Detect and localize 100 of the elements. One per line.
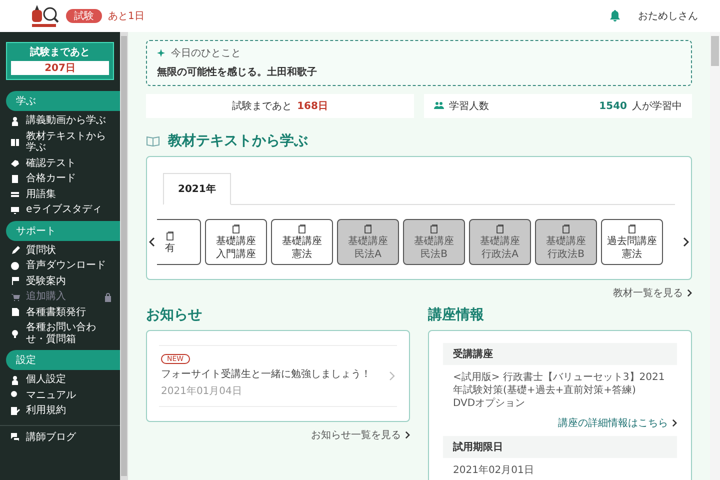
menu-icon — [10, 292, 20, 302]
sparkle-icon — [157, 49, 165, 57]
notebook-icon — [496, 224, 504, 234]
course-name: 基礎講座 — [282, 236, 322, 247]
course-subheading: 試用期限日 — [443, 436, 677, 458]
sidebar-item[interactable]: 合格カード — [0, 171, 120, 186]
subject-name: 行政法B — [548, 249, 584, 260]
stat-value: 1540 — [599, 100, 627, 112]
sidebar-item[interactable]: 質問状 — [0, 242, 120, 258]
notebook-icon — [562, 224, 570, 234]
countdown-label: 試験まであと — [30, 46, 90, 59]
textbook-card[interactable]: 基礎講座 民法B — [403, 219, 465, 265]
sidebar-item[interactable]: マニュアル — [0, 388, 120, 403]
menu-icon — [10, 328, 20, 338]
stat-label: 学習人数 — [449, 100, 489, 113]
chat-icon — [10, 432, 20, 442]
course-subheading: 受講講座 — [443, 343, 677, 365]
sidebar-item[interactable]: 用語集 — [0, 186, 120, 202]
stat-value: 168日 — [297, 100, 328, 113]
textbook-card[interactable]: 有 — [157, 219, 201, 265]
book-icon — [146, 135, 160, 147]
course-text: <試用版> 行政書士【バリューセット3】2021年試験対策(基礎+過去+直前対策+答練) DVDオプション — [452, 370, 666, 411]
menu-icon — [10, 276, 20, 286]
notebook-icon — [166, 230, 174, 240]
menu-icon — [10, 189, 20, 200]
logo-icon — [30, 4, 60, 28]
textbook-card[interactable]: 過去問講座 憲法 — [601, 219, 663, 265]
course-name: 基礎講座 — [546, 236, 586, 247]
textbook-card[interactable]: 基礎講座 民法A — [337, 219, 399, 265]
notebook-icon — [430, 224, 438, 234]
sidebar-item[interactable]: 各種お問い合わせ・質問箱 — [0, 320, 120, 347]
chevron-right-icon[interactable] — [683, 237, 689, 247]
menu-icon — [10, 406, 20, 416]
menu-icon — [10, 307, 20, 318]
lock-icon — [104, 292, 112, 302]
subject-name: 行政法A — [482, 249, 518, 260]
textbook-card[interactable]: 基礎講座 入門講座 — [205, 219, 267, 265]
course-name: 基礎講座 — [216, 236, 256, 247]
sidebar-item[interactable]: 教材テキストから学ぶ — [0, 128, 120, 156]
textbook-card[interactable]: 基礎講座 行政法B — [535, 219, 597, 265]
menu-icon — [10, 374, 20, 385]
stat-suffix: 人が学習中 — [632, 100, 682, 113]
quote-text: 無限の可能性を感じる。土田和歌子 — [157, 66, 318, 79]
sidebar-item[interactable]: 個人設定 — [0, 372, 120, 388]
bell-icon[interactable] — [610, 10, 620, 22]
section-title: 講座情報 — [428, 306, 484, 324]
menu-icon — [10, 260, 20, 271]
year-tab[interactable]: 2021年 — [163, 173, 231, 205]
exam-badge: 試験 — [66, 9, 102, 23]
subject-name: 民法A — [354, 249, 382, 260]
notice-title: フォーサイト受講生と一緒に勉強しましょう！ — [161, 368, 371, 381]
textbook-card[interactable]: 基礎講座 行政法A — [469, 219, 531, 265]
course-detail-link[interactable]: 講座の詳細情報はこちら — [558, 416, 677, 430]
notebook-icon — [298, 224, 306, 234]
chevron-right-icon — [405, 431, 410, 439]
section-title: お知らせ — [146, 306, 202, 324]
more-link[interactable]: 教材一覧を見る — [613, 286, 692, 300]
chevron-left-icon[interactable] — [149, 237, 155, 247]
menu-icon — [10, 137, 20, 147]
subject-name: 入門講座 — [216, 249, 256, 260]
notebook-icon — [232, 224, 240, 234]
countdown-days: 207日 — [11, 61, 109, 75]
sidebar-item[interactable]: eライブスタディ — [0, 202, 120, 218]
people-icon — [434, 101, 444, 111]
textbook-card[interactable]: 基礎講座 憲法 — [271, 219, 333, 265]
notebook-icon — [364, 224, 372, 234]
scrollbar[interactable] — [120, 32, 128, 480]
countdown-text: あと1日 — [108, 10, 144, 23]
course-name: 過去問講座 — [607, 236, 657, 247]
chevron-right-icon — [672, 419, 677, 427]
course-name: 基礎講座 — [348, 236, 388, 247]
menu-icon — [10, 116, 20, 126]
more-link[interactable]: お知らせ一覧を見る — [311, 428, 410, 442]
notebook-icon — [628, 224, 636, 234]
sidebar-item[interactable]: 受験案内 — [0, 274, 120, 289]
section-title: 教材テキストから学ぶ — [168, 132, 308, 150]
sidebar-item[interactable]: 確認テスト — [0, 156, 120, 171]
subject-name: 憲法 — [622, 249, 642, 260]
menu-icon — [10, 174, 20, 184]
sidebar-item[interactable]: 講師ブログ — [0, 430, 120, 445]
stat-label: 試験まであと — [232, 100, 292, 113]
subject-name: 憲法 — [292, 249, 312, 260]
quote-title: 今日のひとこと — [171, 47, 241, 60]
sidebar-item[interactable]: 各種書類発行 — [0, 304, 120, 320]
notice-date: 2021年01月04日 — [161, 385, 242, 398]
user-name[interactable]: おためしさん — [638, 9, 698, 23]
sidebar-item[interactable]: 利用規約 — [0, 403, 120, 418]
subject-name: 民法B — [420, 249, 448, 260]
sidebar-item[interactable]: 音声ダウンロード — [0, 258, 120, 274]
course-text: 2021年02月01日 — [452, 464, 535, 478]
subject-name: 有 — [165, 242, 175, 254]
section-header: 学ぶ — [6, 91, 120, 111]
menu-icon — [10, 245, 20, 256]
menu-icon — [10, 158, 20, 168]
sidebar-item[interactable]: 講義動画から学ぶ — [0, 113, 120, 128]
scrollbar[interactable] — [710, 32, 720, 480]
chevron-right-icon — [687, 289, 692, 297]
section-header: 設定 — [6, 350, 120, 370]
chevron-right-icon — [389, 371, 395, 381]
section-header: サポート — [6, 220, 120, 240]
